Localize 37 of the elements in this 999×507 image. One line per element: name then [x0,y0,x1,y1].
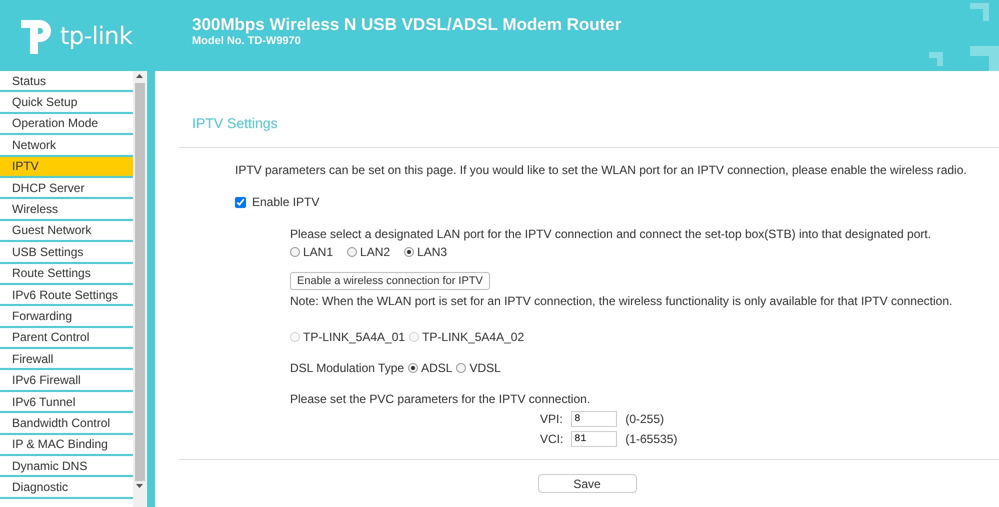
lan-radio[interactable] [347,247,358,257]
radio-label: LAN2 [360,245,390,259]
lan-prompt: Please select a designated LAN port for the IPTV connection and connect the set-top box(STB) into that designated port. [290,227,932,241]
logo-text: tp-link [60,22,132,50]
modulation-label: DSL Modulation Type [290,361,404,375]
scrollbar[interactable] [133,71,146,507]
scroll-thumb[interactable] [134,83,144,481]
range-hint: (1-65535) [625,432,678,446]
pvc-prompt: Please set the PVC parameters for the IPTV connection. [290,392,592,406]
scroll-down-icon[interactable] [136,484,143,488]
model-number: Model No. TD-W9970 [192,34,302,46]
save-button[interactable]: Save [538,474,636,493]
radio-label: ADSL [421,361,452,375]
field-label: VCI: [540,432,564,446]
radio-label: VDSL [469,361,501,375]
modulation-radio[interactable] [408,363,418,373]
lan-radio[interactable] [290,247,300,257]
sidebar-item[interactable]: IPTV [0,156,133,178]
radio-label: LAN3 [417,245,448,259]
scroll-up-icon[interactable] [136,74,143,78]
enable-iptv-checkbox[interactable] [235,196,246,208]
radio-label: TP-LINK_5A4A_02 [422,330,524,344]
range-hint: (0-255) [625,412,666,426]
modulation-radio[interactable] [456,363,466,373]
wireless-connection-button[interactable]: Enable a wireless connection for IPTV [290,272,490,290]
product-title: 300Mbps Wireless N USB VDSL/ADSL Modem Router [192,14,622,34]
radio-label: LAN1 [303,245,334,259]
radio-label: TP-LINK_5A4A_01 [303,330,406,344]
field-label: VPI: [540,412,564,426]
note-text: Note: When the WLAN port is set for an IPTV connection, the wireless functionality is only available for that IPTV connection. [290,294,954,308]
corner-decoration-drawing [929,3,999,71]
intro-text: IPTV parameters can be set on this page. If you would like to set the WLAN port for an IPTV connection, please enable the wireless radio. [235,163,968,177]
input-field[interactable]: 8 [571,411,618,427]
checkbox-label: Enable IPTV [252,195,320,209]
input-field[interactable]: 81 [571,431,618,447]
lan-radio[interactable] [404,247,414,257]
page-title: IPTV Settings [191,114,279,133]
